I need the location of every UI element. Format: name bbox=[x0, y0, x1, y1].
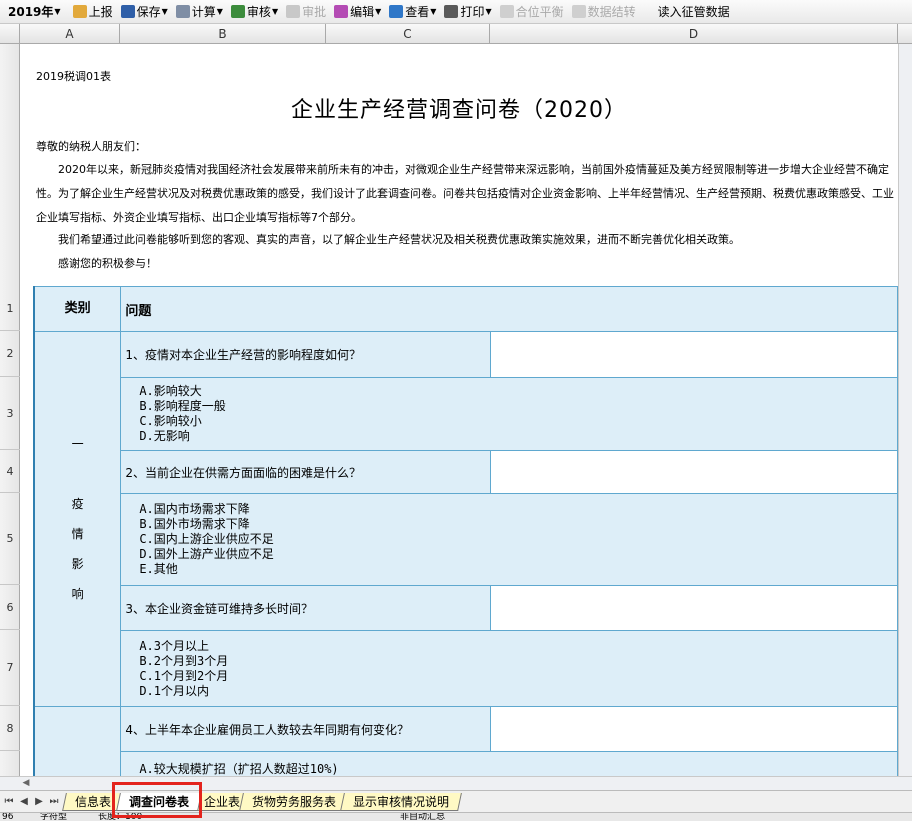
upload-icon bbox=[72, 5, 87, 18]
greeting: 尊敬的纳税人朋友们： bbox=[36, 140, 146, 153]
upload-button[interactable]: 上报 bbox=[69, 1, 117, 23]
chevron-down-icon: ▼ bbox=[271, 7, 279, 16]
column-header-d[interactable]: D bbox=[490, 24, 898, 44]
chevron-down-icon: ▼ bbox=[430, 7, 437, 16]
question-3: 3、本企业资金链可维持多长时间？ bbox=[120, 585, 491, 631]
header-question: 问题 bbox=[120, 286, 898, 332]
chevron-down-icon: ▼ bbox=[375, 7, 382, 16]
answer-cell-2[interactable] bbox=[489, 450, 898, 494]
status-cell-ref: 96 bbox=[2, 812, 14, 821]
intro-paragraph: 2020年以来，新冠肺炎疫情对我国经济社会发展带来前所未有的冲击，对微观企业生产… bbox=[36, 163, 894, 224]
row-header-3[interactable]: 3 bbox=[0, 377, 20, 450]
balance-icon bbox=[499, 5, 514, 18]
select-all-corner[interactable] bbox=[0, 24, 20, 44]
row-header: 1 2 3 4 5 6 7 8 bbox=[0, 44, 20, 776]
row-header-4[interactable]: 4 bbox=[0, 450, 20, 493]
question-2: 2、当前企业在供需方面面临的困难是什么？ bbox=[120, 450, 491, 494]
column-header-a[interactable]: A bbox=[20, 24, 120, 44]
row-header-1[interactable]: 1 bbox=[0, 286, 20, 331]
status-type: 字符型 bbox=[40, 812, 68, 821]
questionnaire-table: 类别 问题 一 疫 情 影 响 1、疫情对本企业生产经营的影响程度如何？ A.影… bbox=[33, 286, 898, 776]
toolbar: 2019年 ▼ 上报 保存 ▼ 计算 ▼ 审核 ▼ 审批 编辑 ▼ 查看 ▼ 打印 ▼ 合位平… bbox=[0, 0, 912, 24]
chevron-down-icon: ▼ bbox=[216, 7, 223, 16]
print-button[interactable]: 打印 ▼ bbox=[440, 1, 495, 23]
question-1-options: A.影响较大 B.影响程度一般 C.影响较小 D.无影响 bbox=[120, 377, 898, 451]
thanks-paragraph: 感谢您的积极参与！ bbox=[58, 257, 157, 270]
answer-cell-3[interactable] bbox=[489, 585, 898, 631]
last-sheet-icon[interactable]: ⏭ bbox=[47, 795, 61, 809]
audit-icon bbox=[230, 5, 245, 18]
scroll-left-arrow-icon[interactable]: ◀ bbox=[20, 778, 32, 789]
calculator-icon bbox=[175, 5, 190, 18]
page-title: 企业生产经营调查问卷（2020） bbox=[291, 98, 627, 123]
edit-button[interactable]: 编辑 ▼ bbox=[330, 1, 385, 23]
category-epidemic-impact: 一 疫 情 影 响 bbox=[33, 331, 122, 707]
save-icon bbox=[120, 5, 135, 18]
question-1: 1、疫情对本企业生产经营的影响程度如何？ bbox=[120, 331, 491, 378]
calculate-button[interactable]: 计算 ▼ bbox=[172, 1, 227, 23]
answer-cell-1[interactable] bbox=[489, 331, 898, 378]
audit-button[interactable]: 审核 ▼ bbox=[227, 1, 282, 23]
active-tab-highlight bbox=[112, 782, 202, 818]
previous-sheet-icon[interactable]: ◀ bbox=[17, 795, 31, 809]
question-4: 4、上半年本企业雇佣员工人数较去年同期有何变化？ bbox=[120, 706, 491, 752]
first-sheet-icon[interactable]: ⏮ bbox=[2, 795, 16, 809]
column-header: A B C D bbox=[0, 24, 912, 44]
answer-cell-4[interactable] bbox=[489, 706, 898, 752]
row-header-6[interactable]: 6 bbox=[0, 585, 20, 630]
chevron-down-icon: ▼ bbox=[161, 7, 168, 16]
vertical-scrollbar[interactable] bbox=[898, 44, 912, 776]
status-autosum: 非自动汇总 bbox=[400, 812, 446, 821]
spreadsheet-area[interactable]: 2019税调01表 企业生产经营调查问卷（2020） 尊敬的纳税人朋友们： 20… bbox=[20, 44, 898, 776]
question-2-options: A.国内市场需求下降 B.国外市场需求下降 C.国内上游企业供应不足 D.国外上… bbox=[120, 493, 898, 586]
column-header-b[interactable]: B bbox=[120, 24, 326, 44]
save-button[interactable]: 保存 ▼ bbox=[117, 1, 172, 23]
convert-icon bbox=[571, 5, 586, 18]
category-2 bbox=[33, 706, 122, 776]
column-header-c[interactable]: C bbox=[326, 24, 490, 44]
print-icon bbox=[444, 5, 459, 18]
view-button[interactable]: 查看 ▼ bbox=[385, 1, 440, 23]
header-category: 类别 bbox=[33, 286, 122, 332]
view-icon bbox=[389, 5, 404, 18]
purpose-paragraph: 我们希望通过此问卷能够听到您的客观、真实的声音，以了解企业生产经营状况及相关税费… bbox=[58, 233, 740, 246]
import-tax-data-button[interactable]: 读入征管数据 bbox=[640, 1, 734, 23]
approve-button[interactable]: 审批 bbox=[282, 1, 330, 23]
row-header-8[interactable]: 8 bbox=[0, 706, 20, 751]
question-3-options: A.3个月以上 B.2个月到3个月 C.1个月到2个月 D.1个月以内 bbox=[120, 630, 898, 707]
edit-icon bbox=[334, 5, 349, 18]
balance-button[interactable]: 合位平衡 bbox=[496, 1, 568, 23]
row-header-5[interactable]: 5 bbox=[0, 493, 20, 585]
year-selector[interactable]: 2019年 ▼ bbox=[4, 1, 69, 23]
approve-icon bbox=[286, 5, 301, 18]
sheet-tab-audit-notes[interactable]: 显示审核情况说明 bbox=[340, 793, 462, 811]
next-sheet-icon[interactable]: ▶ bbox=[32, 795, 46, 809]
sheet-tab-goods-services[interactable]: 货物劳务服务表 bbox=[239, 793, 349, 811]
chevron-down-icon: ▼ bbox=[485, 7, 492, 16]
data-convert-button[interactable]: 数据结转 bbox=[568, 1, 640, 23]
chevron-down-icon: ▼ bbox=[54, 7, 61, 16]
form-id: 2019税调01表 bbox=[36, 70, 111, 83]
question-4-options: A.较大规模扩招（扩招人数超过10%) bbox=[120, 751, 898, 776]
row-header-2[interactable]: 2 bbox=[0, 331, 20, 377]
row-header-7[interactable]: 7 bbox=[0, 630, 20, 706]
